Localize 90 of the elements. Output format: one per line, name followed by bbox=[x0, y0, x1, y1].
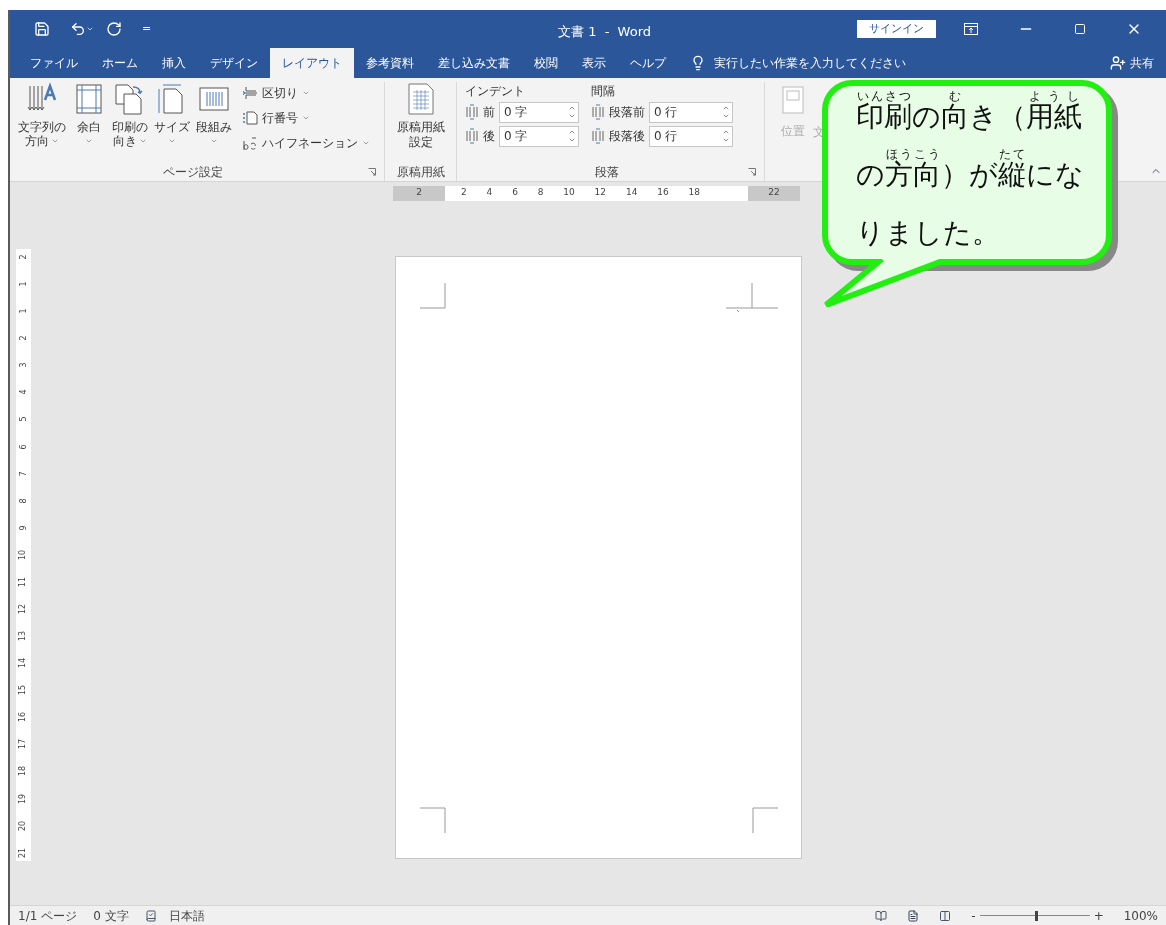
spin-field[interactable]: 0 行 bbox=[649, 125, 733, 147]
ribbon-big-button[interactable]: サイズ bbox=[154, 82, 190, 163]
ribbon-tab[interactable]: レイアウト bbox=[270, 48, 354, 78]
redo-icon[interactable] bbox=[106, 21, 122, 37]
ribbon-big-button[interactable]: 文字列の 方向 bbox=[18, 82, 66, 163]
word-count[interactable]: 0 文字 bbox=[93, 906, 129, 925]
ribbon-tab[interactable]: 差し込み文書 bbox=[426, 48, 522, 78]
print-layout-icon[interactable] bbox=[907, 909, 920, 922]
save-icon[interactable] bbox=[34, 21, 50, 37]
group-label: 原稿用紙 bbox=[396, 164, 445, 181]
spin-up-icon[interactable] bbox=[722, 128, 730, 136]
dropdown-caret-icon bbox=[302, 89, 310, 97]
maximize-icon[interactable] bbox=[1074, 23, 1086, 35]
zoom-out-button[interactable]: - bbox=[971, 906, 976, 925]
vertical-ruler: 2 1 1 2 3 4 5 6 7 8 9 10 11 12 13 14 15 16 17 18 19 20 21 bbox=[16, 249, 31, 861]
horizontal-ruler: 2 2 4 6 8 10 12 14 16 18 22 bbox=[393, 185, 800, 201]
group-label: ページ設定 bbox=[162, 164, 224, 181]
spacing-icon bbox=[591, 104, 605, 120]
web-layout-icon[interactable] bbox=[939, 909, 952, 922]
hyphenation-icon bbox=[242, 135, 258, 151]
spin-field[interactable]: 0 字 bbox=[499, 101, 579, 123]
margin-corner-icon bbox=[420, 283, 446, 309]
margin-corner-icon bbox=[420, 807, 446, 833]
zoom-in-button[interactable]: + bbox=[1093, 906, 1104, 925]
position-icon bbox=[782, 86, 804, 114]
spin-up-icon[interactable] bbox=[568, 128, 576, 136]
dropdown-caret-icon[interactable] bbox=[86, 25, 94, 33]
page-count[interactable]: 1/1 ページ bbox=[18, 906, 78, 925]
customize-toolbar-button[interactable]: = bbox=[142, 20, 152, 38]
line-numbers-icon bbox=[242, 110, 258, 126]
spacing-label: 後 bbox=[483, 128, 495, 145]
dropdown-caret-icon bbox=[168, 137, 176, 145]
language-indicator[interactable]: 日本語 bbox=[168, 906, 205, 925]
spacing-icon bbox=[591, 128, 605, 144]
sign-in-button[interactable]: サインイン bbox=[857, 20, 936, 38]
spacing-heading: 間隔 bbox=[591, 83, 616, 100]
dropdown-caret-icon bbox=[302, 114, 310, 122]
dropdown-caret-icon bbox=[51, 137, 59, 145]
ribbon-tab[interactable]: 表示 bbox=[570, 48, 618, 78]
spacing-label: 段落後 bbox=[609, 128, 645, 145]
spacing-label: 段落前 bbox=[609, 104, 645, 121]
ribbon-tab[interactable]: 挿入 bbox=[150, 48, 198, 78]
spin-field[interactable]: 0 字 bbox=[499, 125, 579, 147]
spin-down-icon[interactable] bbox=[568, 112, 576, 120]
margin-corner-icon bbox=[752, 807, 778, 833]
ribbon-small-button[interactable]: 行番号 bbox=[242, 107, 370, 129]
ribbon-small-button[interactable]: 区切り bbox=[242, 82, 370, 104]
ribbon-small-button[interactable]: ハイフネーション bbox=[242, 132, 370, 154]
dropdown-caret-icon bbox=[139, 137, 147, 145]
window-title: 文書 1 - Word bbox=[558, 23, 652, 41]
proofing-icon[interactable] bbox=[144, 909, 157, 922]
zoom-slider-thumb[interactable] bbox=[1034, 910, 1038, 921]
ribbon-big-button[interactable]: 段組み bbox=[196, 82, 232, 163]
genko-settings-button[interactable]: 原稿用紙 設定 bbox=[396, 82, 445, 163]
spin-up-icon[interactable] bbox=[722, 104, 730, 112]
ribbon-tab[interactable]: 参考資料 bbox=[354, 48, 426, 78]
read-mode-icon[interactable] bbox=[875, 909, 888, 922]
lightbulb-icon bbox=[690, 55, 706, 71]
ribbon-tab[interactable]: ヘルプ bbox=[618, 48, 678, 78]
share-icon bbox=[1110, 55, 1126, 71]
spin-up-icon[interactable] bbox=[568, 104, 576, 112]
ribbon-tab[interactable]: ファイル bbox=[18, 48, 90, 78]
spin-field[interactable]: 0 行 bbox=[649, 101, 733, 123]
margin-corner-icon bbox=[726, 283, 778, 313]
ribbon-big-button[interactable]: 余白 bbox=[72, 82, 106, 163]
breaks-icon bbox=[242, 85, 258, 101]
dropdown-caret-icon bbox=[85, 137, 93, 145]
zoom-slider[interactable] bbox=[979, 910, 1090, 921]
spin-down-icon[interactable] bbox=[568, 136, 576, 144]
tell-me-field[interactable]: 実行したい作業を入力してください bbox=[714, 54, 906, 72]
ribbon-big-button[interactable]: 印刷の 向き bbox=[112, 82, 148, 163]
ribbon-tab[interactable]: 校閲 bbox=[522, 48, 570, 78]
spacing-label: 前 bbox=[483, 104, 495, 121]
dialog-launcher-icon[interactable] bbox=[748, 168, 756, 176]
indent-icon bbox=[465, 128, 479, 144]
ribbon-tab[interactable]: ホーム bbox=[90, 48, 150, 78]
zoom-level[interactable]: 100% bbox=[1123, 906, 1158, 925]
spin-down-icon[interactable] bbox=[722, 136, 730, 144]
dialog-launcher-icon[interactable] bbox=[368, 168, 376, 176]
manuscript-paper-icon bbox=[405, 82, 436, 116]
ribbon-display-icon[interactable] bbox=[964, 23, 978, 35]
ribbon-tab[interactable]: デザイン bbox=[198, 48, 270, 78]
spin-down-icon[interactable] bbox=[722, 112, 730, 120]
dropdown-caret-icon bbox=[210, 137, 218, 145]
share-button[interactable]: 共有 bbox=[1130, 54, 1154, 72]
group-label: 段落 bbox=[593, 164, 620, 181]
indent-icon bbox=[465, 104, 479, 120]
undo-icon[interactable] bbox=[70, 21, 86, 37]
dropdown-caret-icon bbox=[362, 139, 370, 147]
indent-heading: インデント bbox=[465, 83, 526, 100]
